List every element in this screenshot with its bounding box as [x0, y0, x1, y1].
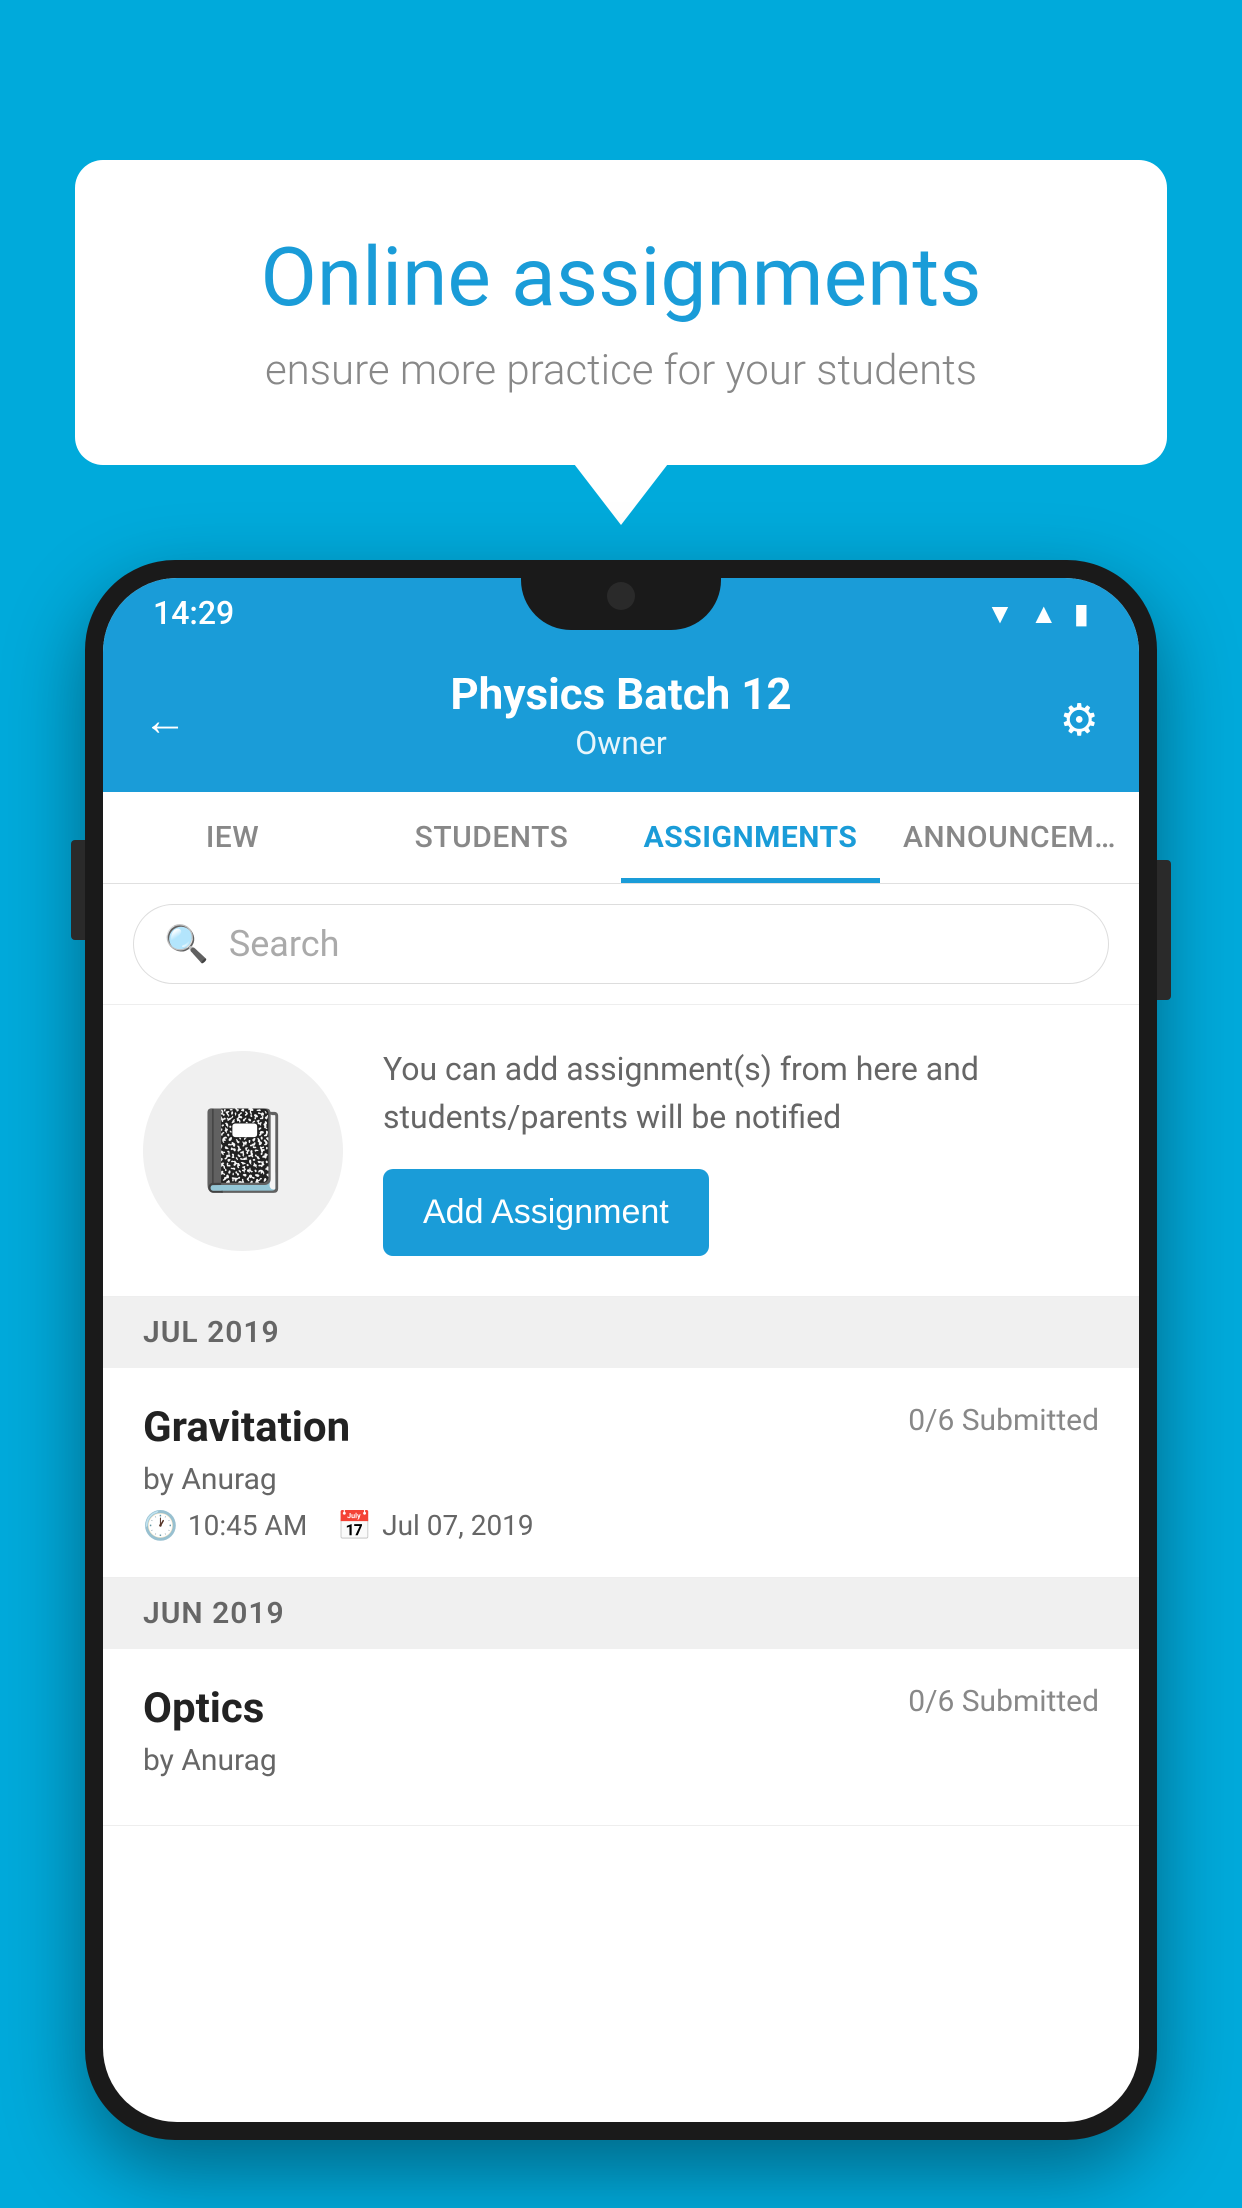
phone-camera [607, 582, 635, 610]
header-title-block: Physics Batch 12 Owner [143, 668, 1099, 762]
assignment-top-optics: Optics 0/6 Submitted [143, 1684, 1099, 1733]
assignment-top: Gravitation 0/6 Submitted [143, 1403, 1099, 1452]
header-title: Physics Batch 12 [143, 668, 1099, 720]
status-icons: ▼ ▲ ▮ [986, 597, 1089, 630]
assignment-time: 🕐 10:45 AM [143, 1509, 307, 1542]
back-button[interactable]: ← [143, 694, 187, 746]
tab-iew[interactable]: IEW [103, 792, 362, 883]
signal-icon: ▲ [1030, 597, 1058, 630]
tab-students[interactable]: STUDENTS [362, 792, 621, 883]
notebook-icon: 📓 [193, 1104, 293, 1198]
side-button-right [1157, 860, 1171, 1000]
assignment-name: Gravitation [143, 1403, 350, 1452]
search-placeholder: Search [229, 923, 340, 965]
tab-assignments[interactable]: ASSIGNMENTS [621, 792, 880, 883]
app-header: ← Physics Batch 12 Owner ⚙ [103, 648, 1139, 792]
assignment-submitted: 0/6 Submitted [908, 1403, 1099, 1438]
status-time: 14:29 [153, 594, 234, 632]
speech-bubble-title: Online assignments [155, 230, 1087, 326]
promo-icon-circle: 📓 [143, 1051, 343, 1251]
assignment-date: 📅 Jul 07, 2019 [337, 1509, 533, 1542]
assignment-meta: 🕐 10:45 AM 📅 Jul 07, 2019 [143, 1509, 1099, 1542]
header-subtitle: Owner [143, 724, 1099, 762]
clock-icon: 🕐 [143, 1509, 178, 1542]
phone-notch [521, 560, 721, 630]
search-container: 🔍 Search [103, 884, 1139, 1005]
promo-section: 📓 You can add assignment(s) from here an… [103, 1005, 1139, 1297]
tab-announcements[interactable]: ANNOUNCEM… [880, 792, 1139, 883]
phone-frame: 14:29 ▼ ▲ ▮ ← Physics Batch 12 Owner ⚙ [85, 560, 1157, 2140]
assignment-name-optics: Optics [143, 1684, 264, 1733]
assignment-by: by Anurag [143, 1462, 1099, 1497]
assignment-by-optics: by Anurag [143, 1743, 1099, 1778]
wifi-icon: ▼ [986, 597, 1014, 630]
tab-bar: IEW STUDENTS ASSIGNMENTS ANNOUNCEM… [103, 792, 1139, 884]
speech-bubble-subtitle: ensure more practice for your students [155, 346, 1087, 395]
phone-container: 14:29 ▼ ▲ ▮ ← Physics Batch 12 Owner ⚙ [85, 560, 1157, 2140]
assignment-date-value: Jul 07, 2019 [382, 1509, 534, 1542]
phone-screen: 14:29 ▼ ▲ ▮ ← Physics Batch 12 Owner ⚙ [103, 578, 1139, 2122]
promo-content: You can add assignment(s) from here and … [383, 1045, 1099, 1256]
assignment-submitted-optics: 0/6 Submitted [908, 1684, 1099, 1719]
promo-text: You can add assignment(s) from here and … [383, 1045, 1099, 1141]
speech-bubble-container: Online assignments ensure more practice … [75, 160, 1167, 465]
speech-bubble: Online assignments ensure more practice … [75, 160, 1167, 465]
add-assignment-button[interactable]: Add Assignment [383, 1169, 709, 1256]
assignment-item-gravitation[interactable]: Gravitation 0/6 Submitted by Anurag 🕐 10… [103, 1368, 1139, 1578]
section-header-jul: JUL 2019 [103, 1297, 1139, 1368]
calendar-icon: 📅 [337, 1509, 372, 1542]
assignment-time-value: 10:45 AM [188, 1509, 307, 1542]
search-icon: 🔍 [164, 923, 209, 965]
assignment-item-optics[interactable]: Optics 0/6 Submitted by Anurag [103, 1649, 1139, 1826]
section-header-jun: JUN 2019 [103, 1578, 1139, 1649]
search-bar[interactable]: 🔍 Search [133, 904, 1109, 984]
settings-button[interactable]: ⚙ [1060, 694, 1099, 746]
side-button-left [71, 840, 85, 940]
battery-icon: ▮ [1074, 597, 1089, 630]
